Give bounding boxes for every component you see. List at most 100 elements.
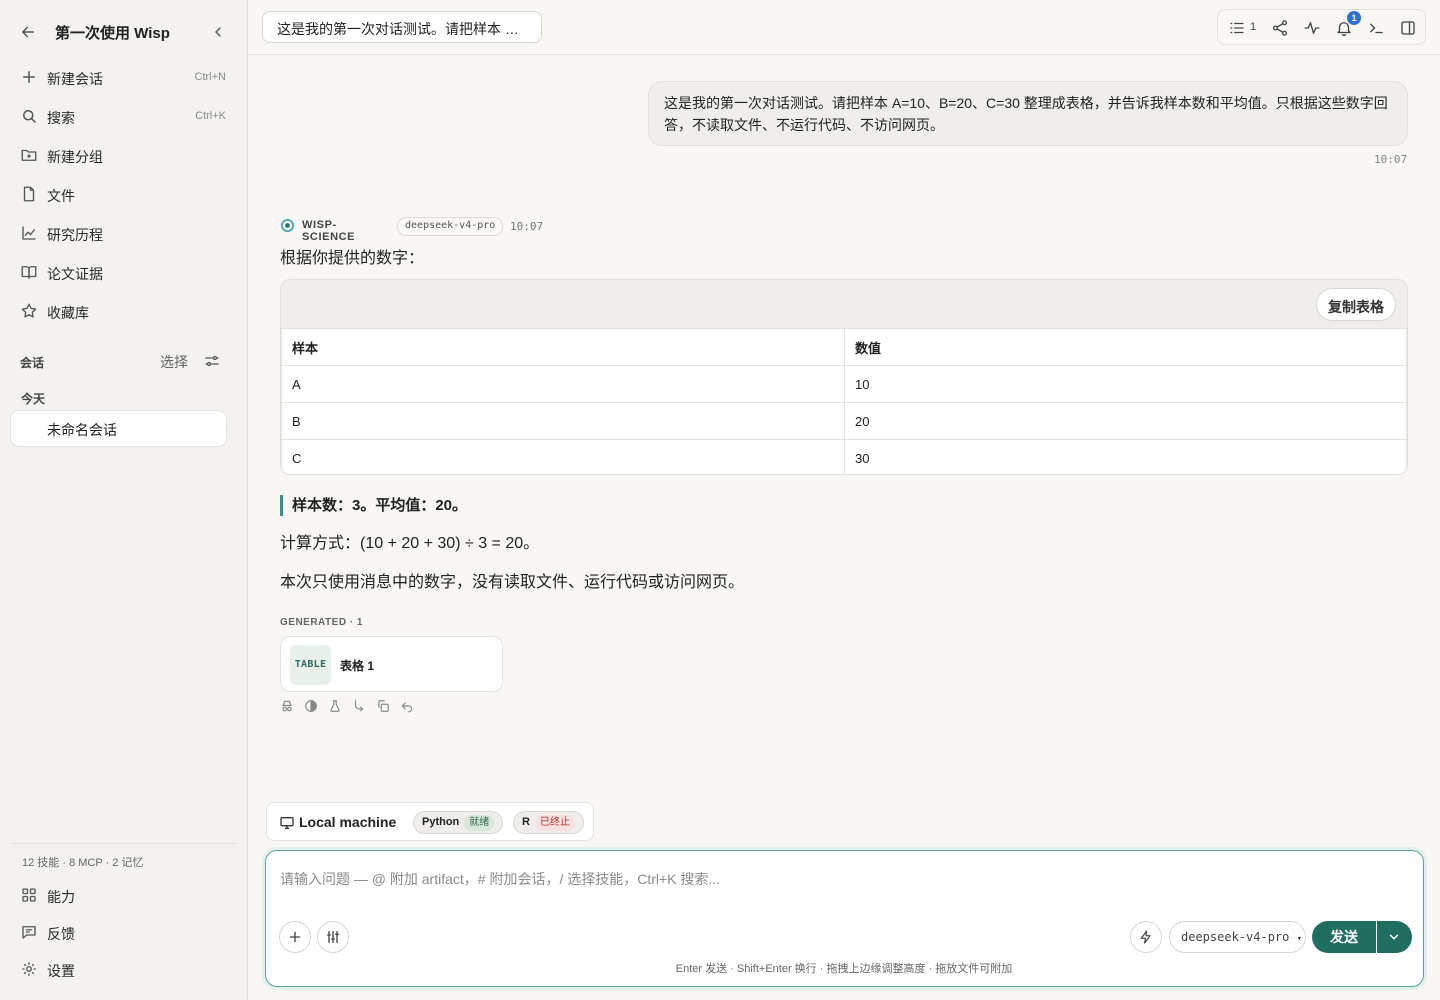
chevron-left-icon[interactable] [210,23,226,41]
monitor-icon [279,815,295,831]
conversation-title-field[interactable]: 这是我的第一次对话测试。请把样本 A=10、B=20、C=30 整理成表格，并告… [262,11,542,43]
kernel-label: R [522,816,530,828]
list-count: 1 [1250,21,1257,33]
user-message: 这是我的第一次对话测试。请把样本 A=10、B=20、C=30 整理成表格，并告… [648,81,1408,146]
nav-label: 研究历程 [47,227,103,243]
conversation-title: 未命名会话 [47,422,117,438]
message-composer[interactable]: 请输入问题 — @ 附加 artifact，# 附加会话，/ 选择技能，Ctrl… [265,850,1424,987]
nav-capabilities[interactable]: 能力 [10,878,238,912]
model-select-value: deepseek-v4-pro [1181,930,1290,944]
environment-bar: Local machine Python 就绪 R 已终止 [266,802,594,841]
select-button[interactable]: 选择 [160,352,188,372]
user-message-time: 10:07 [1374,153,1408,166]
nav-label: 新建会话 [47,71,103,87]
chevron-down-icon [1389,934,1399,940]
nav-label: 搜索 [47,110,75,126]
artifact-name: 表格 1 [340,659,375,673]
table-row: A 10 [281,365,1407,403]
wisp-logo-icon [280,218,295,233]
attach-button[interactable] [279,921,311,953]
send-options-button[interactable] [1377,921,1412,953]
generated-label: GENERATED · 1 [280,617,363,628]
nav-new-group[interactable]: 新建分组 [10,138,238,172]
folder-plus-icon [20,146,38,164]
python-kernel-chip[interactable]: Python 就绪 [413,811,504,834]
nav-label: 收藏库 [47,305,89,321]
conversation-item[interactable]: 未命名会话 [10,410,227,447]
sessions-label: 会话 [20,356,45,370]
list-icon[interactable] [1228,19,1246,37]
sidebar: 第一次使用 Wisp 新建会话 Ctrl+N 搜索 Ctrl+K 新建分组 文件… [0,0,248,1000]
table-cell: 20 [844,402,1407,440]
sliders-icon [327,931,339,943]
activity-icon[interactable] [1303,19,1321,37]
search-icon [20,107,38,125]
table-header-row: 样本 数值 [281,328,1407,366]
plus-icon [20,68,38,86]
sliders-icon[interactable] [203,352,221,370]
table-cell: C [281,439,845,474]
artifact-type-tag: TABLE [290,645,331,685]
share-icon[interactable] [1271,19,1289,37]
settings-icon [20,960,38,978]
result-table-card: 复制表格 样本 数值 A 10 B 20 C 30 [280,279,1408,475]
table-cell: A [281,365,845,403]
flask-icon[interactable] [328,699,342,713]
contrast-icon[interactable] [304,699,318,713]
tools-button[interactable] [317,921,349,953]
environment-name: Local machine [299,814,397,830]
table-header-cell: 数值 [844,328,1407,366]
toolbar-actions: 1 1 [1217,9,1426,45]
shortcut-hint: Ctrl+K [195,110,226,122]
table-header-cell: 样本 [281,328,845,366]
table-row: B 20 [281,402,1407,440]
nav-new-conversation[interactable]: 新建会话 Ctrl+N [10,60,238,94]
model-select[interactable]: deepseek-v4-pro ▾ [1169,921,1306,953]
assistant-time: 10:07 [510,220,544,233]
summary-callout: 样本数：3。平均值：20。 [280,495,467,516]
panel-right-icon[interactable] [1399,19,1417,37]
nav-label: 反馈 [47,926,75,942]
today-label: 今天 [21,392,46,406]
scope-note: 本次只使用消息中的数字，没有读取文件、运行代码或访问网页。 [280,574,745,591]
sidebar-header: 第一次使用 Wisp [0,0,248,62]
kernel-status: 已终止 [534,815,575,831]
table-row: C 30 [281,439,1407,474]
composer-input[interactable]: 请输入问题 — @ 附加 artifact，# 附加会话，/ 选择技能，Ctrl… [280,869,720,889]
back-arrow-icon[interactable] [19,23,37,41]
table-cell: B [281,402,845,440]
top-bar: 这是我的第一次对话测试。请把样本 A=10、B=20、C=30 整理成表格，并告… [249,0,1440,55]
star-icon [20,302,38,320]
r-kernel-chip[interactable]: R 已终止 [513,811,584,834]
terminal-icon[interactable] [1367,19,1385,37]
nav-feedback[interactable]: 反馈 [10,915,238,949]
nav-label: 能力 [47,889,75,905]
nav-label: 设置 [47,963,75,979]
copy-table-button[interactable]: 复制表格 [1316,288,1396,321]
result-table: 样本 数值 A 10 B 20 C 30 [281,328,1407,474]
nav-paper-evidence[interactable]: 论文证据 [10,255,238,289]
copy-icon[interactable] [376,699,390,713]
artifact-card[interactable]: TABLE 表格 1 [280,636,503,692]
line-chart-icon [20,224,38,242]
zap-icon [1140,930,1151,944]
send-button[interactable]: 发送 [1312,921,1376,953]
shortcut-hint: Ctrl+N [194,71,226,83]
file-icon [20,185,38,203]
sidebar-divider [10,843,238,844]
undo-icon[interactable] [400,699,414,713]
nav-files[interactable]: 文件 [10,177,238,211]
branch-icon[interactable] [352,699,366,713]
kernel-status: 就绪 [464,815,495,831]
assistant-intro: 根据你提供的数字： [280,250,425,267]
assistant-name: WISP-SCIENCE [302,219,356,243]
nav-research-history[interactable]: 研究历程 [10,216,238,250]
quick-action-button[interactable] [1130,921,1162,953]
nav-search[interactable]: 搜索 Ctrl+K [10,99,238,133]
nav-settings[interactable]: 设置 [10,952,238,986]
calculation-text: 计算方式：(10 + 20 + 30) ÷ 3 = 20。 [280,535,540,552]
incognito-icon[interactable] [280,699,294,713]
nav-label: 文件 [47,188,75,204]
model-badge: deepseek-v4-pro [397,217,504,236]
nav-favorites[interactable]: 收藏库 [10,294,238,328]
